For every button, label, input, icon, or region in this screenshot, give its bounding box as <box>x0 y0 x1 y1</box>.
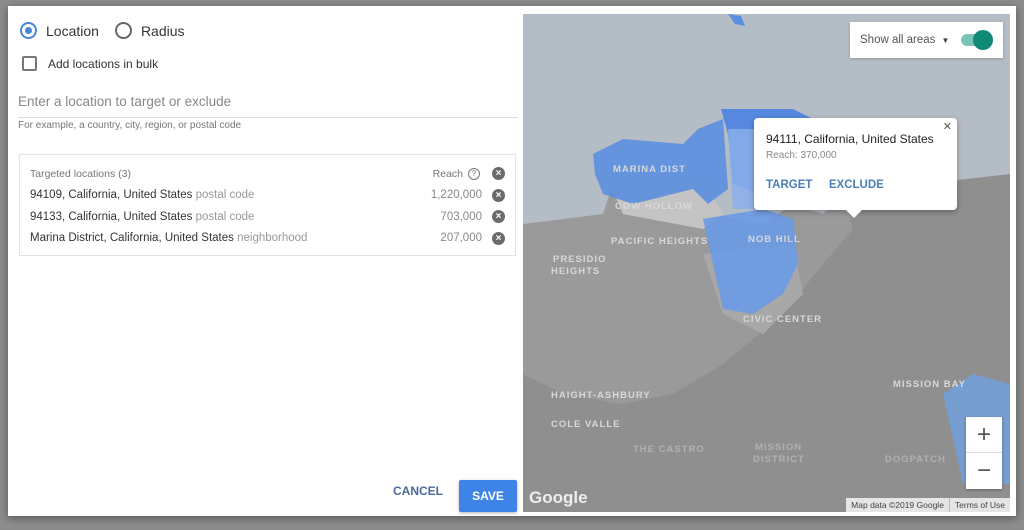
map-label: PRESIDIO <box>553 254 607 265</box>
radio-unselected-icon[interactable] <box>114 22 132 39</box>
show-areas-control[interactable]: Show all areas ▼ <box>850 22 1003 58</box>
radio-selected-icon[interactable] <box>20 22 37 39</box>
zoom-controls: + − <box>966 417 1002 489</box>
google-logo: Google <box>529 488 588 507</box>
map-label: MARINA DIST <box>613 164 686 175</box>
show-areas-toggle[interactable] <box>961 30 994 50</box>
location-panel: Location Radius Add locations in bulk Fo… <box>8 6 523 516</box>
exclude-button[interactable]: EXCLUDE <box>829 179 884 191</box>
popup-title: 94111, California, United States <box>766 132 934 146</box>
location-dialog: Location Radius Add locations in bulk Fo… <box>8 6 1016 516</box>
dropdown-arrow-icon[interactable]: ▼ <box>941 36 949 45</box>
radio-label: Location <box>46 22 99 39</box>
map-label: MISSION BAY <box>893 379 966 390</box>
location-name: Marina District, California, United Stat… <box>30 232 234 245</box>
zoom-in-button[interactable]: + <box>966 417 1002 453</box>
location-name: 94133, California, United States <box>30 210 193 223</box>
show-areas-label[interactable]: Show all areas <box>860 34 935 46</box>
map-label: COW HOLLOW <box>615 201 694 212</box>
save-button[interactable]: SAVE <box>459 480 517 512</box>
search-hint: For example, a country, city, region, or… <box>18 120 242 131</box>
zoom-out-button[interactable]: − <box>966 453 1002 489</box>
targeted-count: Targeted locations (3) <box>30 167 131 180</box>
location-reach: 703,000 <box>440 210 482 223</box>
map-label: COLE VALLE <box>551 419 621 430</box>
radio-label: Radius <box>140 22 185 39</box>
location-popup: ✕ 94111, California, United States Reach… <box>754 118 957 218</box>
radio-radius[interactable]: Radius <box>114 22 185 39</box>
map-label: DISTRICT <box>753 454 805 465</box>
target-button[interactable]: TARGET <box>766 179 812 191</box>
map-label: MISSION <box>755 442 803 453</box>
targeted-locations-list: Targeted locations (3) Reach ? × 94109, … <box>19 154 516 256</box>
location-name: 94109, California, United States <box>30 189 193 202</box>
location-type: postal code <box>195 189 255 202</box>
location-reach: 1,220,000 <box>430 189 482 202</box>
cancel-button[interactable]: CANCEL <box>393 484 443 498</box>
location-row: Marina District, California, United Stat… <box>30 228 505 250</box>
remove-icon[interactable]: × <box>492 210 505 224</box>
map-label: PACIFIC HEIGHTS <box>611 236 709 247</box>
location-search-input[interactable] <box>18 90 518 118</box>
bulk-checkbox-row[interactable]: Add locations in bulk <box>22 56 158 71</box>
remove-icon[interactable]: × <box>492 188 505 202</box>
location-row: 94133, California, United States postal … <box>30 206 505 228</box>
bulk-checkbox[interactable] <box>22 56 37 71</box>
location-row: 94109, California, United States postal … <box>30 185 505 207</box>
location-type: neighborhood <box>237 232 308 245</box>
location-type: postal code <box>195 210 255 223</box>
map-label: HEIGHTS <box>551 266 601 277</box>
reach-label: Reach <box>432 167 463 180</box>
terms-link[interactable]: Terms of Use <box>948 498 1010 512</box>
radio-location[interactable]: Location <box>20 22 99 39</box>
remove-icon[interactable]: × <box>492 231 505 245</box>
map-label: THE CASTRO <box>633 444 705 455</box>
popup-reach: Reach: 370,000 <box>766 150 837 161</box>
map-label: CIVIC CENTER <box>743 314 823 325</box>
map-view[interactable]: MARINA DIST COW HOLLOW PACIFIC HEIGHTS P… <box>523 14 1010 512</box>
close-icon[interactable]: ✕ <box>943 120 952 133</box>
help-icon[interactable]: ? <box>468 167 480 180</box>
targeted-header: Targeted locations (3) Reach ? × <box>30 163 505 185</box>
remove-all-icon[interactable]: × <box>492 167 505 181</box>
location-reach: 207,000 <box>440 232 482 245</box>
map-attribution: Map data ©2019 Google Terms of Use <box>846 498 1010 512</box>
bulk-label: Add locations in bulk <box>48 56 159 71</box>
map-label: NOB HILL <box>748 234 801 245</box>
map-label: DOGPATCH <box>885 454 946 465</box>
map-data-text: Map data ©2019 Google <box>851 500 944 510</box>
mode-radio-group: Location Radius <box>20 22 201 39</box>
map-label: HAIGHT-ASHBURY <box>551 390 651 401</box>
